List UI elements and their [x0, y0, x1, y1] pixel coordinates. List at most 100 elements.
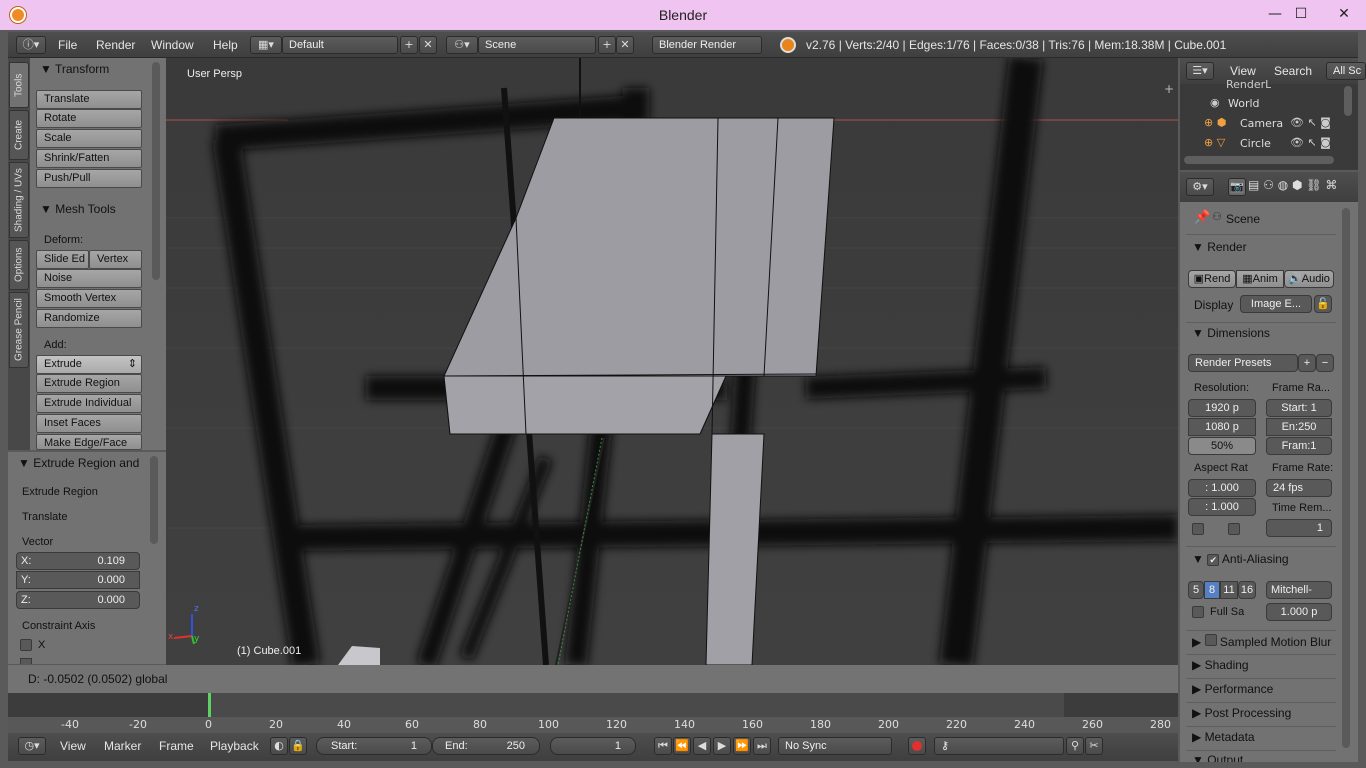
timeline-menu-marker[interactable]: Marker: [104, 733, 141, 759]
next-keyframe-icon[interactable]: ⏩: [733, 737, 751, 755]
aa-samples-11[interactable]: 11: [1220, 581, 1238, 599]
tab-grease-pencil[interactable]: Grease Pencil: [9, 292, 29, 368]
anti-aliasing-panel-header[interactable]: ▼ ✔ Anti-Aliasing: [1192, 552, 1289, 566]
extrude-menu-button[interactable]: Extrude ⇕: [36, 355, 142, 374]
properties-toggle-icon[interactable]: +: [1164, 82, 1174, 96]
performance-panel-header[interactable]: ▶ Performance: [1192, 682, 1273, 696]
render-context-icon[interactable]: 📷: [1228, 178, 1246, 196]
outliner-item-renderlayers[interactable]: RenderL: [1226, 78, 1271, 90]
render-animation-button[interactable]: ▦Anim: [1236, 270, 1284, 288]
close-button[interactable]: ✕: [1326, 3, 1362, 25]
outliner-item-camera[interactable]: Camera: [1240, 117, 1283, 130]
menu-window[interactable]: Window: [151, 32, 194, 58]
operator-scrollbar[interactable]: [150, 456, 158, 544]
context-tab-icons[interactable]: ▤ ⚇ ◍ ⬢ ⛓ ⌘: [1248, 178, 1337, 192]
resolution-y-field[interactable]: 1080 p: [1188, 418, 1256, 436]
render-engine-select[interactable]: Blender Render: [652, 36, 762, 54]
full-sample-checkbox[interactable]: [1192, 606, 1204, 618]
screen-layout-icon[interactable]: ▦▾: [250, 36, 282, 54]
end-frame-field[interactable]: End: 250: [432, 737, 540, 755]
slide-vertex-button[interactable]: Vertex: [89, 250, 142, 269]
vector-z-field[interactable]: Z: 0.000: [16, 591, 140, 609]
timeline[interactable]: -40 -20 0 20 40 60 80 100 120 140 160 18…: [8, 693, 1178, 733]
constraint-x-checkbox[interactable]: [20, 639, 32, 651]
tab-options[interactable]: Options: [9, 240, 29, 290]
outliner-menu-search[interactable]: Search: [1274, 58, 1312, 84]
panel-transform-header[interactable]: ▼ Transform: [30, 58, 150, 80]
add-preset-icon[interactable]: +: [1298, 354, 1316, 372]
frame-step-field[interactable]: Fram:1: [1266, 437, 1332, 455]
tab-create[interactable]: Create: [9, 110, 29, 160]
editor-type-info-icon[interactable]: ⓘ▾: [16, 36, 46, 54]
lock-icon[interactable]: 🔒: [289, 737, 307, 755]
noise-button[interactable]: Noise: [36, 269, 142, 288]
motion-blur-checkbox[interactable]: [1204, 634, 1217, 646]
outliner-item-world[interactable]: World: [1228, 97, 1260, 110]
add-layout-icon[interactable]: +: [400, 36, 418, 54]
extrude-region-button[interactable]: Extrude Region: [36, 374, 142, 393]
shading-panel-header[interactable]: ▶ Shading: [1192, 658, 1249, 672]
aa-filter-select[interactable]: Mitchell-: [1266, 581, 1332, 599]
scene-icon[interactable]: ⚇▾: [446, 36, 478, 54]
maximize-button[interactable]: ☐: [1288, 3, 1314, 25]
extrude-individual-button[interactable]: Extrude Individual: [36, 394, 142, 413]
translate-button[interactable]: Translate: [36, 90, 142, 109]
border-checkbox[interactable]: [1192, 523, 1204, 535]
menu-help[interactable]: Help: [213, 32, 238, 58]
outliner-item-circle[interactable]: Circle: [1240, 137, 1271, 150]
sync-mode-select[interactable]: No Sync: [778, 737, 892, 755]
properties-scrollbar[interactable]: [1342, 208, 1350, 748]
anti-aliasing-checkbox[interactable]: ✔: [1207, 554, 1220, 566]
motion-blur-panel-header[interactable]: ▶ Sampled Motion Blur: [1192, 634, 1331, 649]
lock-interface-icon[interactable]: 🔓: [1314, 295, 1332, 313]
render-presets-select[interactable]: Render Presets: [1188, 354, 1298, 372]
timeline-menu-frame[interactable]: Frame: [159, 733, 194, 759]
post-processing-panel-header[interactable]: ▶ Post Processing: [1192, 706, 1291, 720]
frame-start-field[interactable]: Start: 1: [1266, 399, 1332, 417]
timeline-menu-view[interactable]: View: [60, 733, 86, 759]
timeline-menu-playback[interactable]: Playback: [210, 733, 259, 759]
toolshelf-scrollbar[interactable]: [152, 62, 160, 280]
scale-button[interactable]: Scale: [36, 129, 142, 148]
dimensions-panel-header[interactable]: ▼ Dimensions: [1192, 326, 1270, 340]
minimize-button[interactable]: —: [1262, 3, 1288, 25]
delete-keyframe-icon[interactable]: ✂: [1085, 737, 1103, 755]
aa-samples-5[interactable]: 5: [1188, 581, 1204, 599]
3d-viewport[interactable]: User Persp (1) Cube.001 z x y +: [166, 58, 1178, 665]
record-icon[interactable]: [908, 737, 926, 755]
tab-shading-uvs[interactable]: Shading / UVs: [9, 162, 29, 238]
operator-header[interactable]: ▼ Extrude Region and: [8, 452, 148, 474]
inset-faces-button[interactable]: Inset Faces: [36, 414, 142, 433]
jump-end-icon[interactable]: ⏭: [753, 737, 771, 755]
resolution-x-field[interactable]: 1920 p: [1188, 399, 1256, 417]
fps-select[interactable]: 24 fps: [1266, 479, 1332, 497]
push-pull-button[interactable]: Push/Pull: [36, 169, 142, 188]
insert-keyframe-icon[interactable]: ⚲: [1066, 737, 1084, 755]
preview-range-icon[interactable]: ◐: [270, 737, 288, 755]
keying-set-field[interactable]: ⚷: [934, 737, 1064, 755]
aspect-x-field[interactable]: : 1.000: [1188, 479, 1256, 497]
remove-preset-icon[interactable]: −: [1316, 354, 1334, 372]
play-reverse-icon[interactable]: ◀: [693, 737, 711, 755]
slide-edge-button[interactable]: Slide Ed: [36, 250, 89, 269]
crop-checkbox[interactable]: [1228, 523, 1240, 535]
time-remap-field[interactable]: 1: [1266, 519, 1332, 537]
delete-layout-icon[interactable]: ✕: [419, 36, 437, 54]
playhead-marker[interactable]: [208, 693, 211, 717]
randomize-button[interactable]: Randomize: [36, 309, 142, 328]
start-frame-field[interactable]: Start: 1: [316, 737, 432, 755]
render-image-button[interactable]: ▣Rend: [1188, 270, 1236, 288]
tab-tools[interactable]: Tools: [9, 62, 29, 108]
resolution-percent-field[interactable]: 50%: [1188, 437, 1256, 455]
timeline-editor-icon[interactable]: ◷▾: [18, 737, 46, 755]
play-icon[interactable]: ▶: [713, 737, 731, 755]
panel-mesh-tools-header[interactable]: ▼ Mesh Tools: [30, 198, 150, 220]
menu-file[interactable]: File: [58, 32, 77, 58]
make-edge-face-button[interactable]: Make Edge/Face: [36, 434, 142, 450]
display-select[interactable]: Image E...: [1240, 295, 1312, 313]
current-frame-field[interactable]: 1: [550, 737, 636, 755]
prev-keyframe-icon[interactable]: ⏪: [673, 737, 691, 755]
screen-layout-field[interactable]: Default: [282, 36, 398, 54]
visibility-icons[interactable]: 👁 ↖ ◙: [1290, 116, 1331, 129]
pin-icon[interactable]: 📌: [1194, 210, 1210, 225]
